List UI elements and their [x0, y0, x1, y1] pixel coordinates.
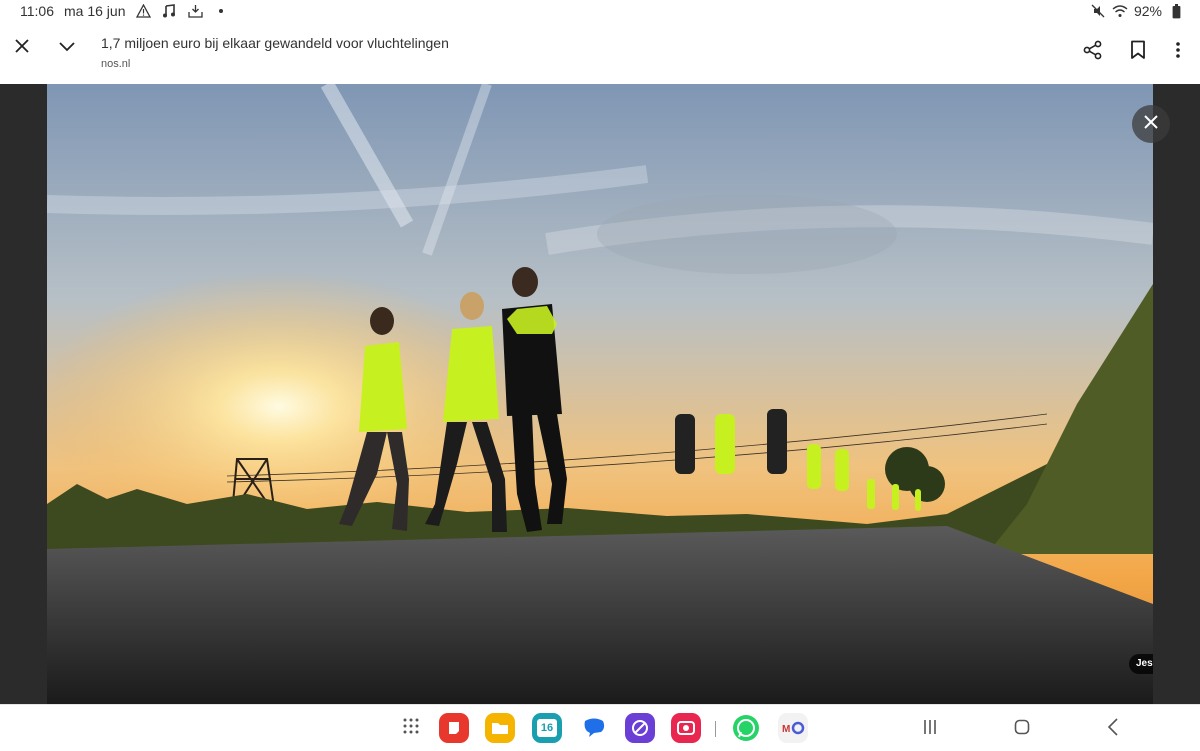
calendar-app-icon[interactable]: 16	[532, 713, 562, 743]
recent-apps-pair-icon[interactable]: M	[778, 713, 808, 743]
calendar-date-label: 16	[537, 719, 557, 737]
close-icon	[14, 38, 30, 59]
messages-app-icon[interactable]	[579, 713, 609, 743]
navigation-bar: 16 M	[0, 704, 1200, 751]
internet-app-icon[interactable]	[625, 713, 655, 743]
article-title: 1,7 miljoen euro bij elkaar gewandeld vo…	[101, 35, 449, 51]
dock-separator	[715, 721, 716, 737]
status-time: 11:06	[20, 3, 54, 19]
wifi-icon	[1112, 3, 1128, 19]
my-files-app-icon[interactable]	[485, 713, 515, 743]
bookmark-icon	[1130, 40, 1146, 65]
collapse-button[interactable]	[49, 30, 85, 66]
share-icon	[1083, 40, 1103, 65]
article-header: 1,7 miljoen euro bij elkaar gewandeld vo…	[0, 26, 1200, 84]
article-photo[interactable]: Jesse Wensing	[47, 84, 1153, 704]
whatsapp-app-icon[interactable]	[731, 713, 761, 743]
mute-icon	[1090, 3, 1106, 19]
notes-app-icon[interactable]	[439, 713, 469, 743]
more-vert-icon	[1175, 41, 1181, 64]
download-tray-icon	[187, 3, 203, 19]
music-note-icon	[161, 3, 177, 19]
status-bar: 11:06 ma 16 jun 92%	[0, 0, 1200, 24]
close-icon	[1143, 114, 1159, 135]
back-button[interactable]	[1098, 715, 1128, 743]
app-grid-icon	[402, 717, 420, 740]
share-button[interactable]	[1075, 34, 1111, 70]
photo-credit: Jesse Wensing	[1129, 654, 1153, 674]
battery-icon	[1168, 3, 1184, 19]
close-button[interactable]	[4, 30, 40, 66]
media-viewer: Jesse Wensing	[0, 84, 1200, 704]
status-date: ma 16 jun	[64, 3, 126, 19]
gallery-app-icon[interactable]	[671, 713, 701, 743]
dot-icon	[213, 3, 229, 19]
article-domain: nos.nl	[101, 58, 131, 70]
more-options-button[interactable]	[1160, 34, 1196, 70]
home-icon	[1014, 719, 1030, 740]
battery-percent: 92%	[1133, 3, 1162, 19]
bookmark-button[interactable]	[1120, 34, 1156, 70]
home-button[interactable]	[1007, 715, 1037, 743]
recents-icon	[922, 719, 938, 740]
svg-text:M: M	[782, 724, 790, 735]
warning-icon	[135, 3, 151, 19]
recents-button[interactable]	[915, 715, 945, 743]
close-photo-button[interactable]	[1132, 105, 1170, 143]
chevron-down-icon	[58, 39, 76, 57]
app-drawer-button[interactable]	[396, 713, 426, 743]
back-icon	[1107, 717, 1119, 741]
